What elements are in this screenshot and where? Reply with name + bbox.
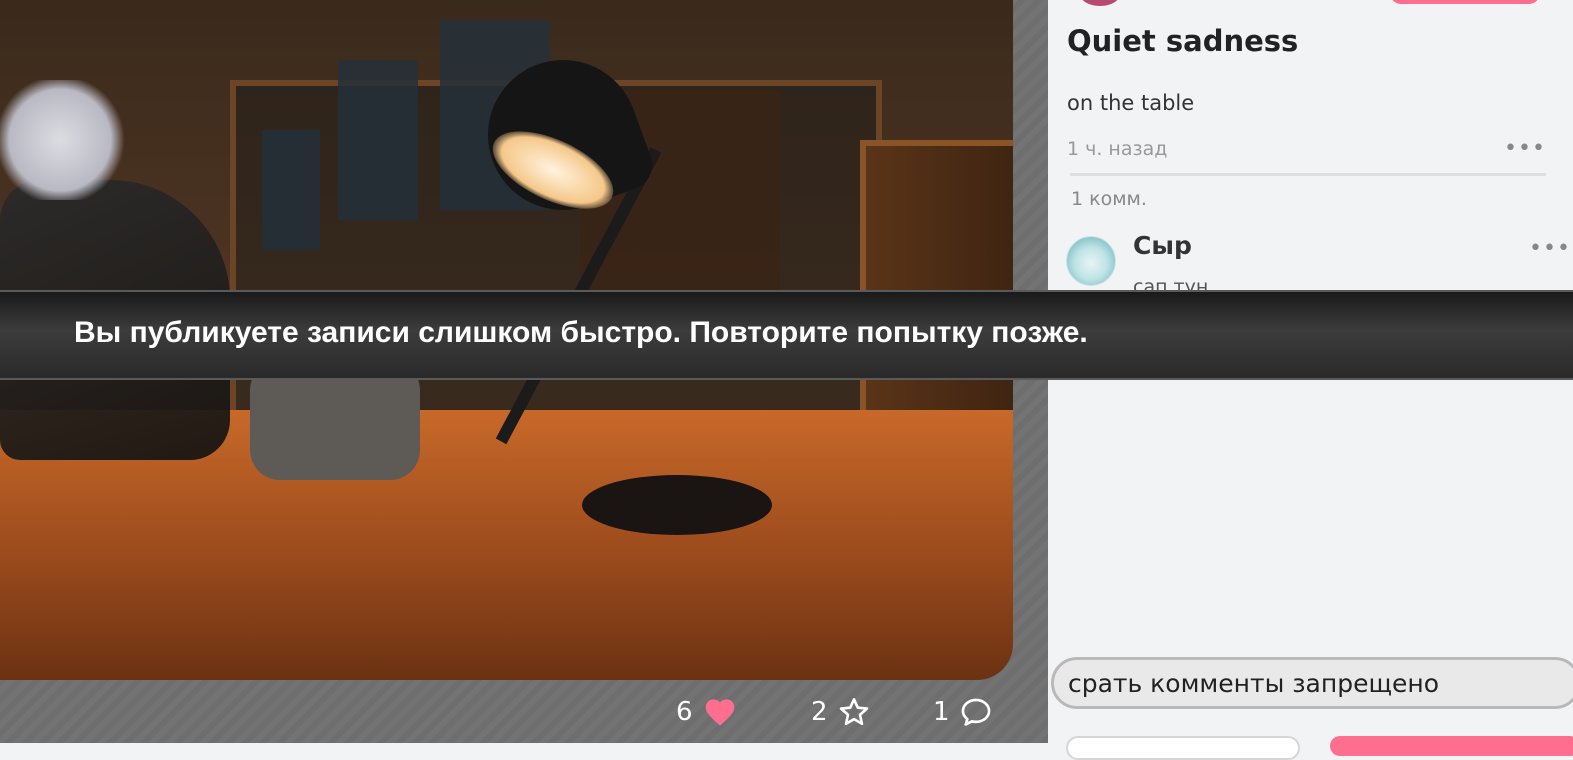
star-icon[interactable] <box>838 697 870 727</box>
comment-count: 1 комм. <box>1071 188 1147 210</box>
follow-button[interactable] <box>1390 0 1540 4</box>
error-toast: Вы публикуете записи слишком быстро. Пов… <box>0 290 1573 380</box>
heart-icon[interactable] <box>703 697 737 727</box>
more-dots-icon[interactable]: ••• <box>1504 136 1546 161</box>
image-poster <box>338 60 418 220</box>
speech-bubble-icon[interactable] <box>960 697 992 727</box>
image-poster <box>262 130 320 250</box>
divider <box>1070 173 1546 176</box>
like-stat[interactable]: 6 <box>676 692 737 732</box>
post-description: on the table <box>1067 91 1195 115</box>
comment-input[interactable] <box>1051 657 1573 709</box>
image-lamp-base <box>582 475 772 535</box>
toast-message: Вы публикуете записи слишком быстро. Пов… <box>74 316 1088 349</box>
like-count: 6 <box>676 697 693 727</box>
favorite-stat[interactable]: 2 <box>811 692 870 732</box>
image-figure-head <box>0 80 130 200</box>
comment-stat[interactable]: 1 <box>933 692 992 732</box>
commenter-avatar[interactable] <box>1066 236 1116 286</box>
post-timestamp: 1 ч. назад <box>1067 138 1168 160</box>
more-dots-icon[interactable]: ••• <box>1529 236 1571 261</box>
send-comment-button[interactable] <box>1330 736 1573 756</box>
comment-stat-count: 1 <box>933 697 950 727</box>
comment-text: сап тун <box>1133 276 1209 290</box>
post-title: Quiet sadness <box>1067 24 1299 58</box>
comment-author[interactable]: Сыр <box>1133 231 1192 260</box>
favorite-count: 2 <box>811 697 828 727</box>
secondary-action-button[interactable] <box>1066 736 1300 760</box>
